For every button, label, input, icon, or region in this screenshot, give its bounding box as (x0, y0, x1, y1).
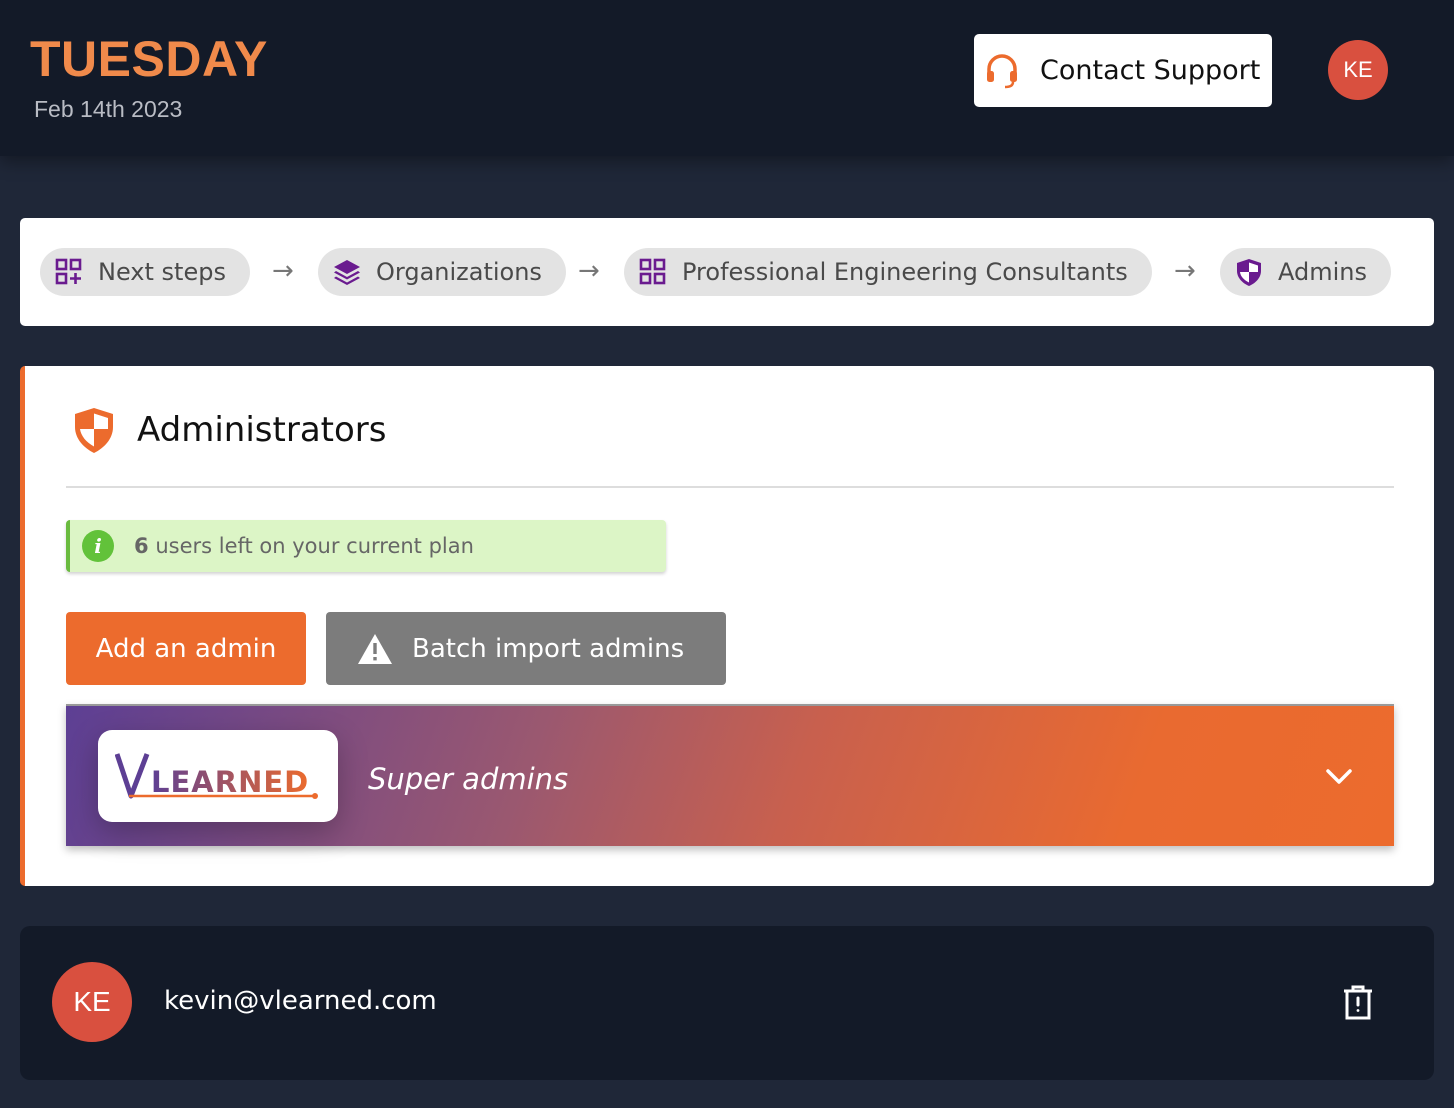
batch-import-button[interactable]: Batch import admins (326, 612, 726, 685)
grid-icon (638, 257, 668, 287)
administrators-card: Administrators i 6 users left on your cu… (20, 366, 1434, 886)
users-left-count: 6 (134, 534, 149, 558)
breadcrumb-label: Next steps (98, 258, 226, 286)
breadcrumb-organizations[interactable]: Organizations (318, 248, 566, 296)
top-header: TUESDAY Feb 14th 2023 Contact Support KE (0, 0, 1454, 156)
breadcrumb-separator: → (272, 256, 294, 286)
breadcrumb-next-steps[interactable]: Next steps (40, 248, 250, 296)
breadcrumb: Next steps → Organizations → Professiona… (20, 218, 1434, 326)
page-title: Administrators (137, 410, 387, 450)
layers-icon (332, 257, 362, 287)
svg-text:LEARNED: LEARNED (151, 765, 309, 799)
group-title: Super admins (368, 762, 569, 796)
shield-icon (71, 406, 117, 456)
avatar: KE (52, 962, 132, 1042)
users-left-label: users left on your current plan (155, 534, 474, 558)
shield-icon (1234, 257, 1264, 287)
batch-import-label: Batch import admins (412, 633, 685, 664)
plan-notice-text: 6 users left on your current plan (134, 534, 474, 558)
breadcrumb-separator: → (1174, 256, 1196, 286)
chevron-down-icon[interactable] (1324, 764, 1354, 788)
warning-icon (356, 632, 394, 666)
breadcrumb-admins[interactable]: Admins (1220, 248, 1391, 296)
breadcrumb-separator: → (578, 256, 600, 286)
user-avatar[interactable]: KE (1328, 40, 1388, 100)
plan-notice: i 6 users left on your current plan (66, 520, 666, 572)
divider (66, 486, 1394, 488)
info-icon: i (82, 530, 114, 562)
breadcrumb-organization[interactable]: Professional Engineering Consultants (624, 248, 1152, 296)
breadcrumb-label: Professional Engineering Consultants (682, 258, 1128, 286)
list-item: KE kevin@vlearned.com (20, 926, 1434, 1080)
trash-icon[interactable] (1338, 982, 1378, 1022)
date-label: Feb 14th 2023 (34, 96, 183, 122)
grid-plus-icon (54, 257, 84, 287)
headset-icon (984, 53, 1020, 89)
add-admin-button[interactable]: Add an admin (66, 612, 306, 685)
user-email: kevin@vlearned.com (164, 986, 437, 1016)
super-admins-accordion[interactable]: LEARNED Super admins (66, 704, 1394, 846)
breadcrumb-label: Organizations (376, 258, 542, 286)
breadcrumb-label: Admins (1278, 258, 1367, 286)
day-label: TUESDAY (30, 31, 268, 87)
contact-support-label: Contact Support (1040, 55, 1261, 86)
vlearned-logo: LEARNED (98, 730, 338, 822)
contact-support-button[interactable]: Contact Support (974, 34, 1272, 107)
